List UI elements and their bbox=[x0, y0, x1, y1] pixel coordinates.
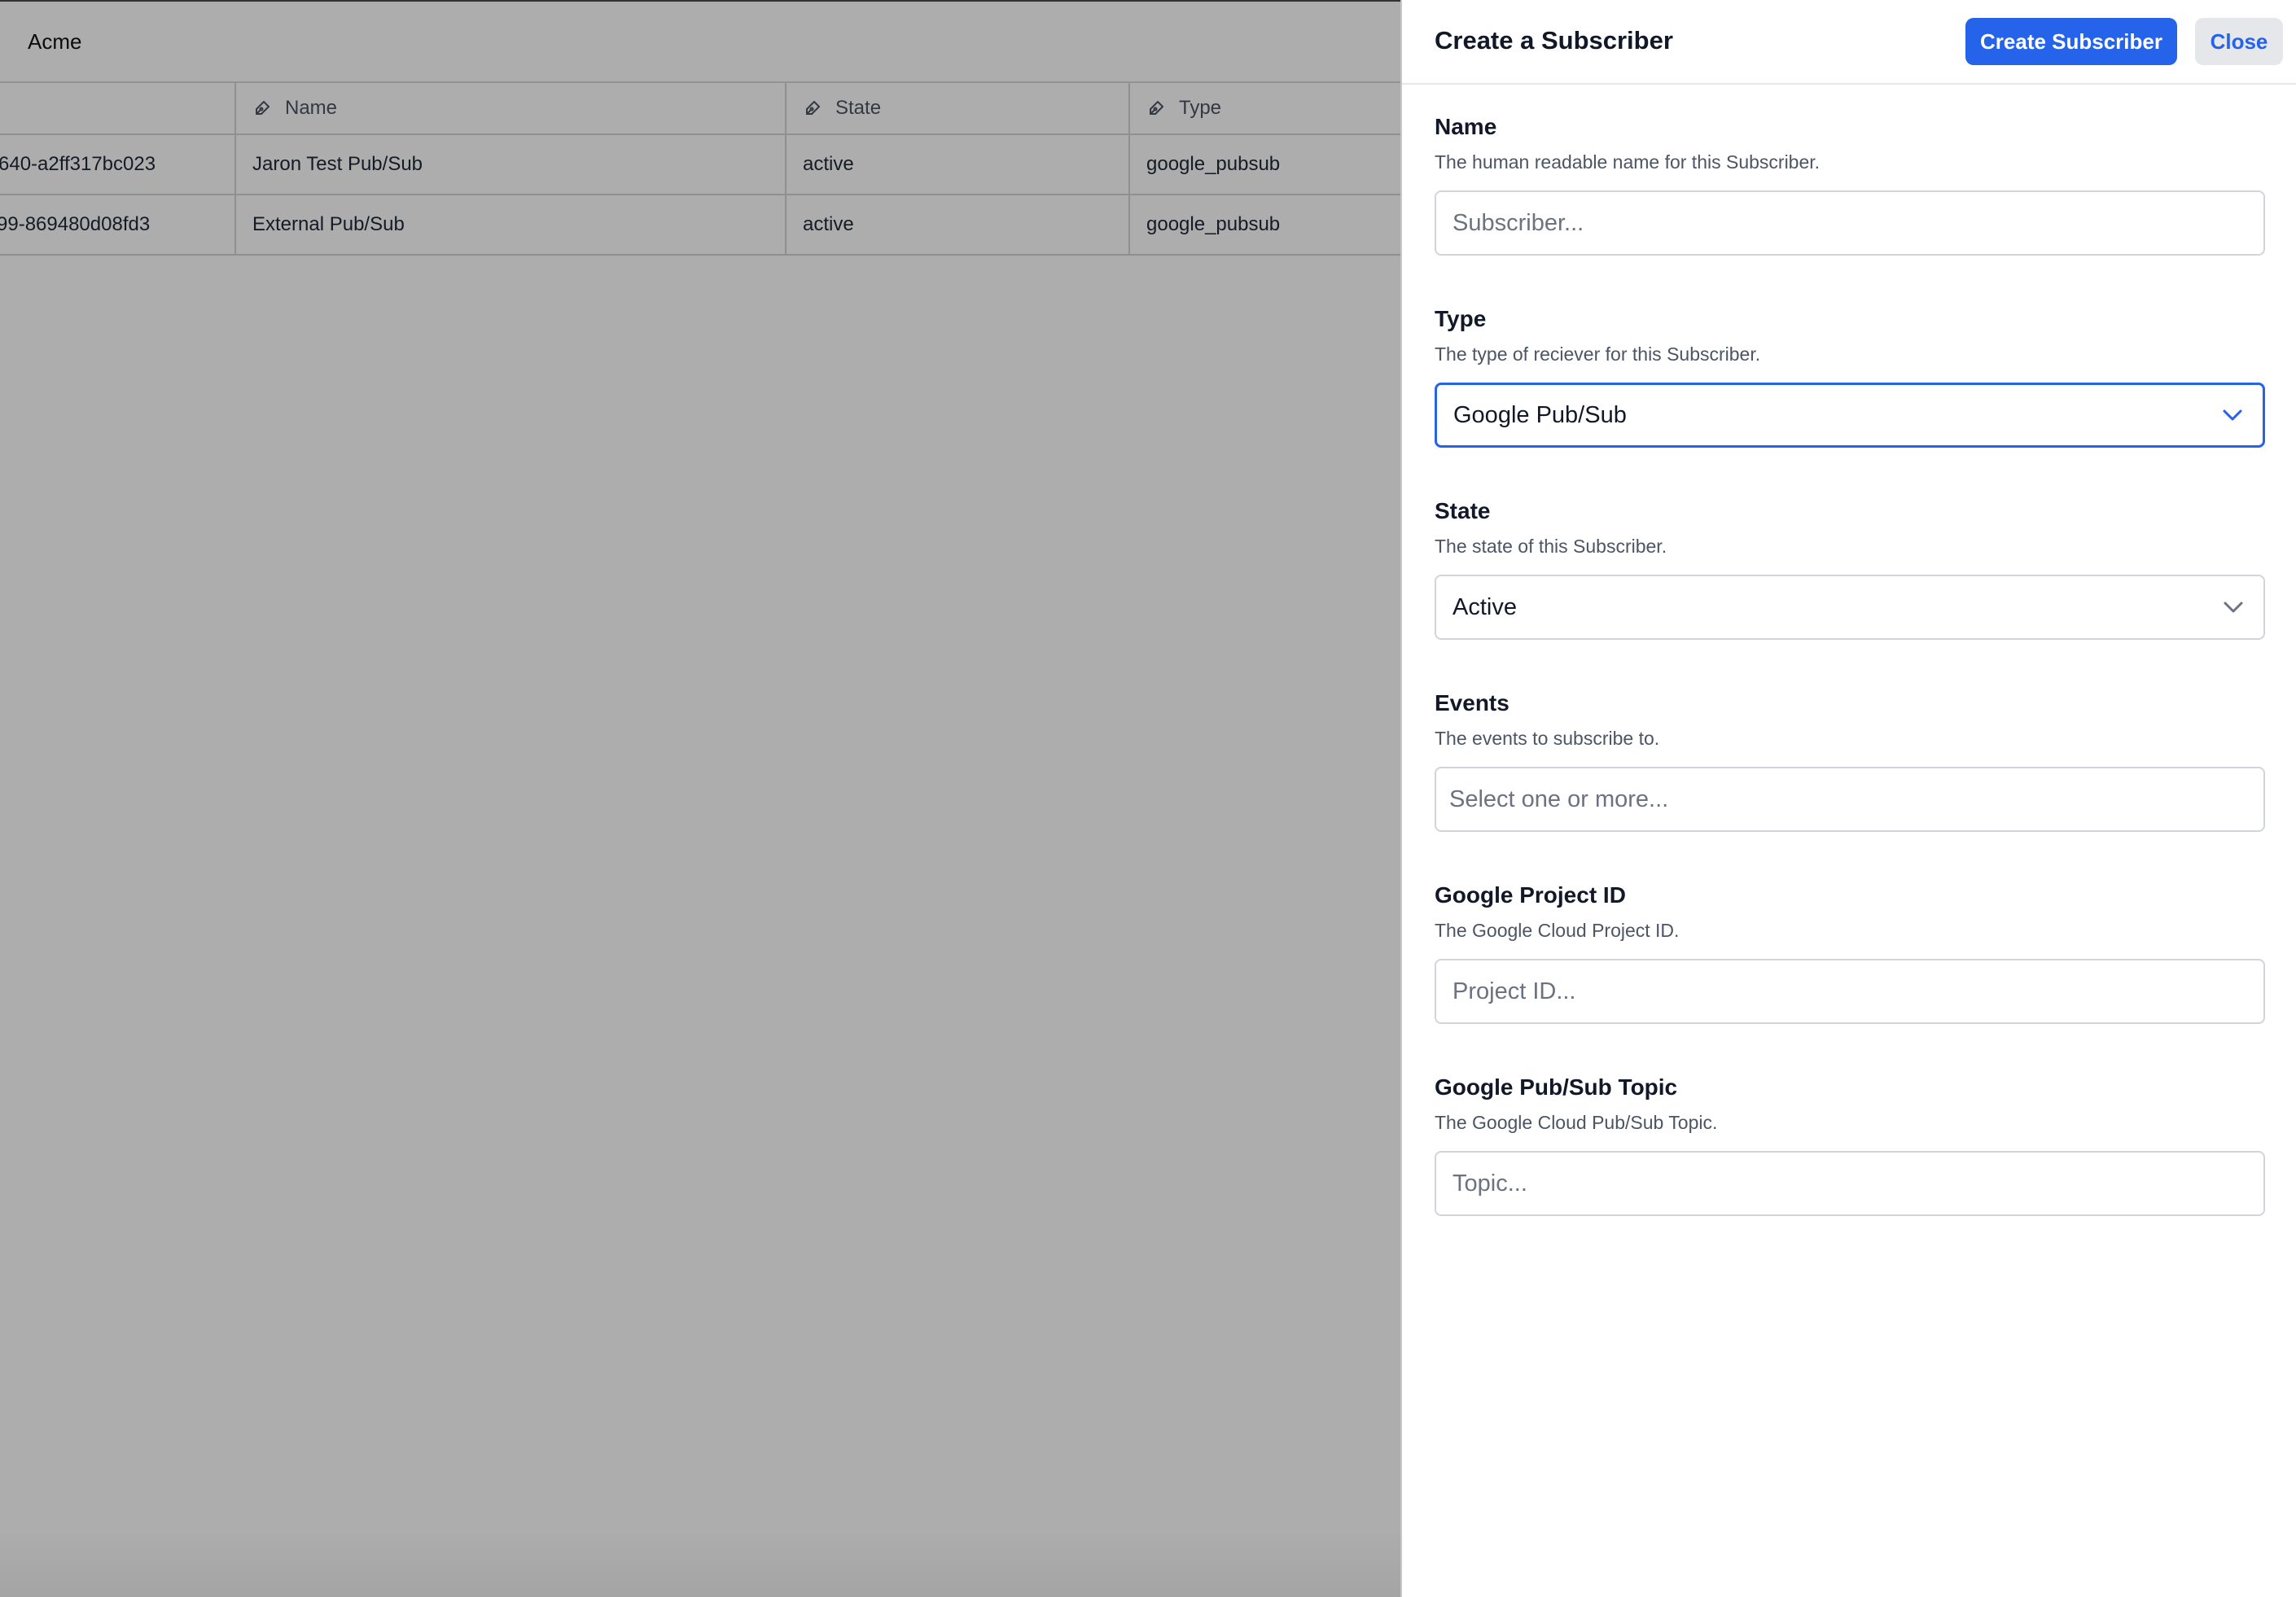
topic-label: Google Pub/Sub Topic bbox=[1435, 1074, 1678, 1100]
type-select-value: Google Pub/Sub bbox=[1453, 401, 1627, 428]
project-id-field: Google Project ID The Google Cloud Proje… bbox=[1435, 882, 2265, 1024]
type-select[interactable]: Google Pub/Sub bbox=[1435, 383, 2265, 448]
type-help: The type of reciever for this Subscriber… bbox=[1435, 343, 1761, 365]
state-help: The state of this Subscriber. bbox=[1435, 536, 1667, 557]
state-select-value: Active bbox=[1453, 593, 1517, 620]
create-subscriber-button[interactable]: Create Subscriber bbox=[1965, 18, 2177, 65]
name-help: The human readable name for this Subscri… bbox=[1435, 151, 1821, 173]
close-button[interactable]: Close bbox=[2195, 18, 2283, 65]
name-label: Name bbox=[1435, 114, 1497, 139]
project-id-help: The Google Cloud Project ID. bbox=[1435, 920, 1680, 941]
topic-placeholder: Topic... bbox=[1453, 1170, 1527, 1197]
project-id-placeholder: Project ID... bbox=[1453, 978, 1576, 1004]
state-label: State bbox=[1435, 498, 1491, 523]
type-label: Type bbox=[1435, 306, 1487, 331]
modal-overlay[interactable] bbox=[0, 0, 1400, 1597]
panel-title: Create a Subscriber bbox=[1435, 26, 1673, 55]
type-field: Type The type of reciever for this Subsc… bbox=[1435, 306, 2265, 448]
events-label: Events bbox=[1435, 690, 1509, 715]
project-id-input[interactable]: Project ID... bbox=[1435, 959, 2265, 1024]
name-placeholder: Subscriber... bbox=[1453, 209, 1584, 236]
overlay-shadow bbox=[0, 1530, 1400, 1597]
create-subscriber-panel: Create a Subscriber Create Subscriber Cl… bbox=[1400, 0, 2296, 1597]
state-field: State The state of this Subscriber. Acti… bbox=[1435, 498, 2265, 640]
events-field: Events The events to subscribe to. Selec… bbox=[1435, 690, 2265, 832]
project-id-label: Google Project ID bbox=[1435, 882, 1626, 908]
topic-help: The Google Cloud Pub/Sub Topic. bbox=[1435, 1112, 1718, 1133]
events-placeholder: Select one or more... bbox=[1449, 785, 1669, 812]
name-field: Name The human readable name for this Su… bbox=[1435, 114, 2265, 256]
topic-input[interactable]: Topic... bbox=[1435, 1151, 2265, 1216]
topic-field: Google Pub/Sub Topic The Google Cloud Pu… bbox=[1435, 1074, 2265, 1216]
name-input[interactable]: Subscriber... bbox=[1435, 190, 2265, 256]
chevron-down-icon bbox=[2224, 602, 2243, 613]
state-select[interactable]: Active bbox=[1435, 575, 2265, 640]
events-multiselect[interactable]: Select one or more... bbox=[1435, 767, 2265, 832]
panel-header: Create a Subscriber Create Subscriber Cl… bbox=[1402, 0, 2296, 85]
chevron-down-icon bbox=[2223, 409, 2242, 421]
events-help: The events to subscribe to. bbox=[1435, 728, 1660, 749]
